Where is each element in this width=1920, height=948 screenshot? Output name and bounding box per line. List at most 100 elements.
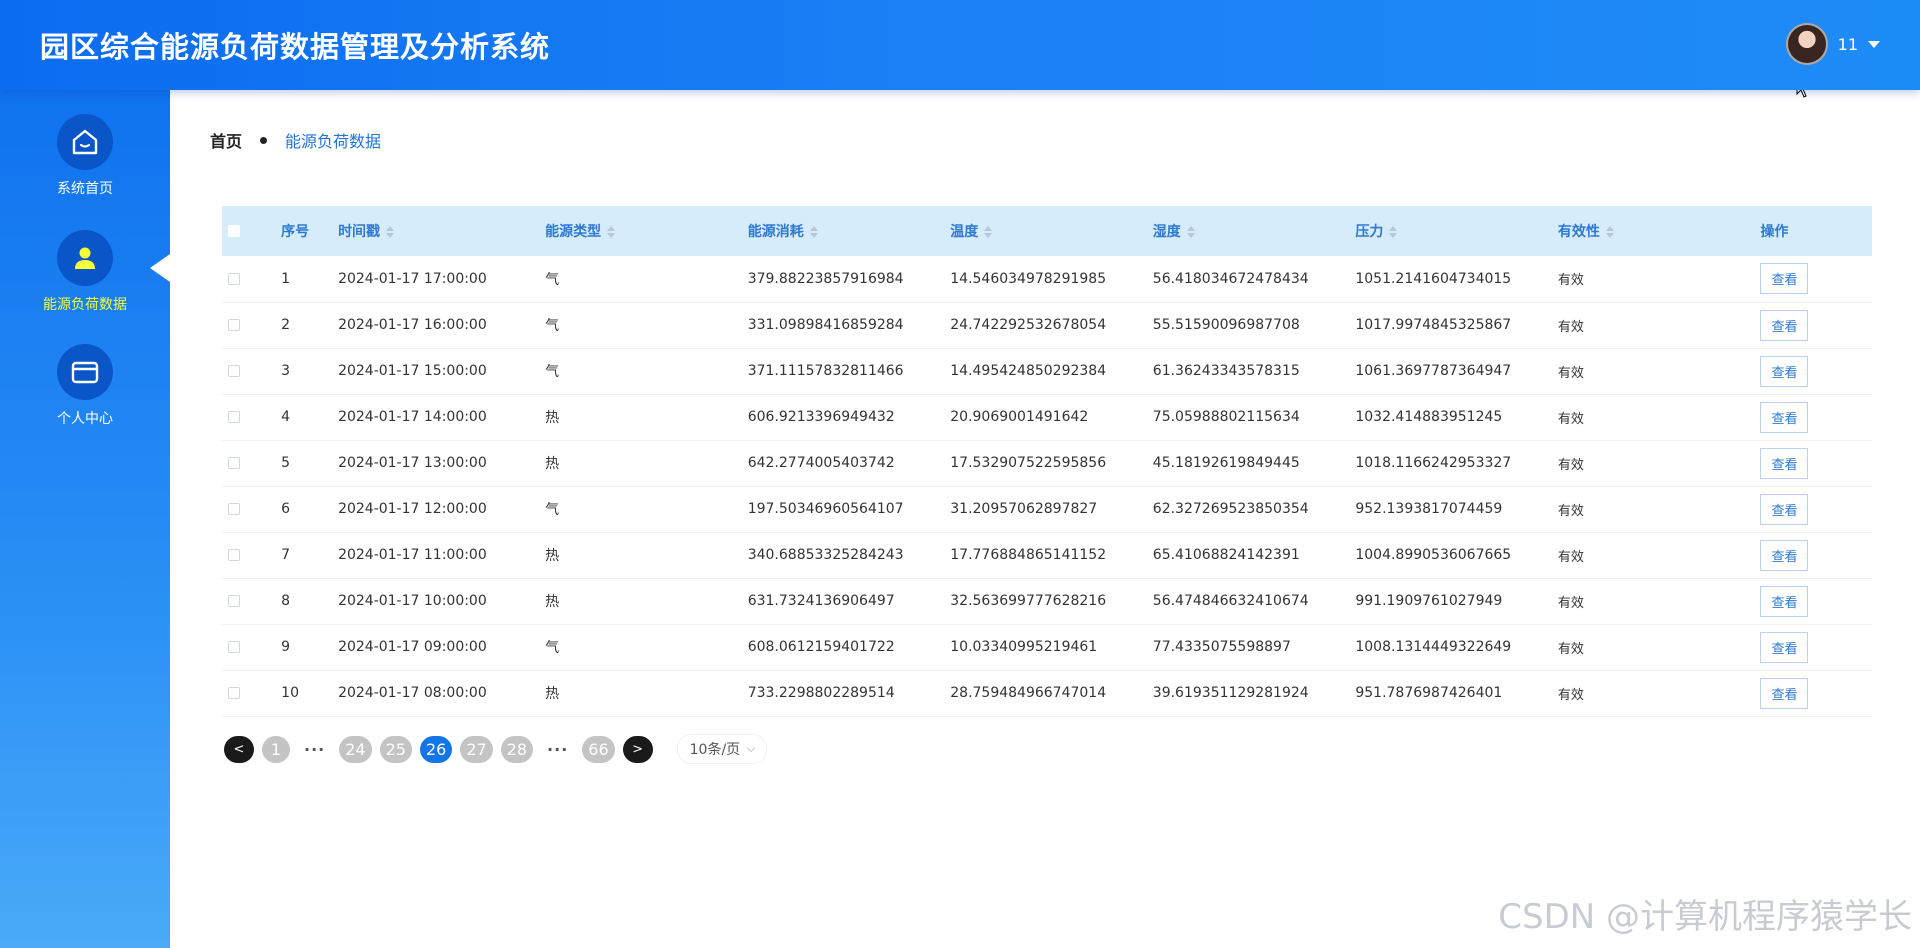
col-humidity[interactable]: 湿度	[1153, 206, 1356, 256]
page-button-current[interactable]: 26	[419, 735, 453, 763]
sidebar-item-energy-load-data[interactable]: 能源负荷数据	[0, 230, 170, 330]
user-name[interactable]: 11	[1838, 35, 1858, 54]
row-checkbox[interactable]	[228, 272, 240, 285]
view-button[interactable]: 查看	[1760, 309, 1809, 341]
cell-humidity: 39.619351129281924	[1152, 685, 1309, 701]
cell-pressure: 1004.8990536067665	[1355, 547, 1512, 563]
col-temperature[interactable]: 温度	[950, 206, 1153, 256]
cell-type: 热	[545, 456, 560, 472]
cell-time: 2024-01-17 08:00:00	[338, 685, 487, 701]
cell-type: 气	[545, 318, 560, 334]
cell-humidity: 75.05988802115634	[1152, 409, 1300, 425]
sort-icon[interactable]	[809, 226, 818, 238]
row-checkbox[interactable]	[228, 595, 240, 607]
user-avatar[interactable]	[1785, 23, 1828, 65]
cell-humidity: 65.41068824142391	[1152, 547, 1300, 563]
sidebar-item-personal-center[interactable]: 个人中心	[0, 344, 170, 444]
row-checkbox[interactable]	[228, 457, 240, 469]
cell-idx: 5	[281, 455, 291, 471]
cell-idx: 3	[281, 363, 291, 379]
next-page-button[interactable]: >	[622, 735, 653, 763]
cell-temp: 28.759484966747014	[950, 685, 1107, 701]
page-button[interactable]: 25	[379, 735, 412, 763]
prev-page-button[interactable]: <	[224, 735, 254, 763]
view-button[interactable]: 查看	[1760, 677, 1809, 709]
sidebar: 系统首页 能源负荷数据 个人中心	[0, 90, 170, 948]
table-row: 4 2024-01-17 14:00:00 热 606.9213396949432 20…	[222, 394, 1872, 440]
page-button[interactable]: 27	[460, 735, 493, 763]
row-checkbox[interactable]	[228, 503, 240, 515]
cell-consumption: 733.2298802289514	[747, 685, 895, 701]
table-row: 5 2024-01-17 13:00:00 热 642.2774005403742 17…	[222, 440, 1872, 486]
chevron-down-icon[interactable]	[1868, 40, 1880, 48]
cell-valid: 有效	[1557, 319, 1584, 335]
cell-consumption: 631.7324136906497	[747, 593, 895, 609]
cell-idx: 9	[281, 639, 291, 655]
table-row: 3 2024-01-17 15:00:00 气 371.11157832811466 1…	[222, 348, 1872, 394]
sort-icon[interactable]	[607, 226, 616, 238]
view-button[interactable]: 查看	[1760, 355, 1809, 387]
row-checkbox[interactable]	[228, 319, 240, 331]
page-button[interactable]: 28	[500, 735, 534, 763]
table-row: 8 2024-01-17 10:00:00 热 631.7324136906497 32…	[222, 578, 1872, 624]
cell-time: 2024-01-17 11:00:00	[338, 547, 487, 563]
chevron-down-icon	[746, 743, 756, 752]
view-button[interactable]: 查看	[1760, 631, 1809, 663]
cell-pressure: 991.1909761027949	[1355, 593, 1503, 609]
cell-time: 2024-01-17 15:00:00	[338, 363, 487, 379]
table-row: 1 2024-01-17 17:00:00 气 379.88223857916984 1…	[222, 256, 1872, 302]
cell-humidity: 77.4335075598897	[1152, 639, 1291, 655]
view-button[interactable]: 查看	[1760, 493, 1809, 525]
page-button[interactable]: 1	[262, 735, 290, 763]
cell-valid: 有效	[1557, 273, 1584, 289]
sort-icon[interactable]	[1605, 226, 1614, 238]
row-checkbox[interactable]	[228, 641, 240, 653]
table-row: 2 2024-01-17 16:00:00 气 331.09898416859284 2…	[222, 302, 1872, 348]
page-button[interactable]: 24	[339, 735, 372, 763]
view-button[interactable]: 查看	[1760, 585, 1809, 617]
cell-pressure: 1008.1314449322649	[1355, 639, 1512, 655]
table-row: 7 2024-01-17 11:00:00 热 340.68853325284243 1…	[222, 532, 1872, 578]
row-checkbox[interactable]	[228, 411, 240, 423]
row-checkbox[interactable]	[228, 687, 240, 699]
cell-pressure: 1032.414883951245	[1355, 409, 1503, 425]
breadcrumb-home[interactable]: 首页	[210, 128, 242, 152]
sidebar-item-label: 个人中心	[57, 411, 113, 427]
view-button[interactable]: 查看	[1760, 401, 1809, 433]
cell-humidity: 61.36243343578315	[1152, 363, 1300, 379]
view-button[interactable]: 查看	[1760, 447, 1809, 479]
select-all-checkbox[interactable]	[228, 225, 240, 237]
cell-humidity: 45.18192619849445	[1152, 455, 1300, 471]
cell-idx: 7	[281, 547, 291, 563]
breadcrumb-current: 能源负荷数据	[285, 132, 382, 151]
col-energy-type[interactable]: 能源类型	[545, 206, 748, 256]
sidebar-item-home[interactable]: 系统首页	[0, 114, 170, 214]
cell-consumption: 606.9213396949432	[747, 409, 895, 425]
row-checkbox[interactable]	[228, 365, 240, 377]
col-validity[interactable]: 有效性	[1558, 206, 1761, 256]
pagination-ellipsis[interactable]: ···	[298, 736, 331, 763]
sort-icon[interactable]	[1186, 226, 1195, 238]
cell-temp: 24.742292532678054	[950, 317, 1107, 333]
sort-icon[interactable]	[386, 226, 395, 238]
page-button[interactable]: 66	[582, 735, 615, 763]
table-row: 6 2024-01-17 12:00:00 气 197.50346960564107 3…	[222, 486, 1872, 532]
page-size-select[interactable]: 10条/页	[676, 734, 768, 764]
col-timestamp[interactable]: 时间戳	[338, 206, 545, 256]
view-button[interactable]: 查看	[1760, 539, 1809, 571]
col-energy-consumption[interactable]: 能源消耗	[748, 206, 951, 256]
cell-valid: 有效	[1557, 549, 1584, 565]
cell-type: 热	[545, 548, 560, 564]
sort-icon[interactable]	[1389, 226, 1398, 238]
cell-pressure: 952.1393817074459	[1355, 501, 1503, 517]
cell-idx: 1	[281, 270, 291, 287]
sort-icon[interactable]	[984, 226, 993, 238]
cell-idx: 6	[281, 501, 291, 517]
row-checkbox[interactable]	[228, 549, 240, 561]
col-pressure[interactable]: 压力	[1355, 206, 1558, 256]
cell-temp: 17.532907522595856	[950, 455, 1107, 471]
pagination-ellipsis[interactable]: ···	[541, 736, 574, 763]
sidebar-item-label: 系统首页	[57, 181, 113, 197]
view-button[interactable]: 查看	[1760, 263, 1809, 295]
user-menu[interactable]: 11	[1785, 22, 1880, 66]
